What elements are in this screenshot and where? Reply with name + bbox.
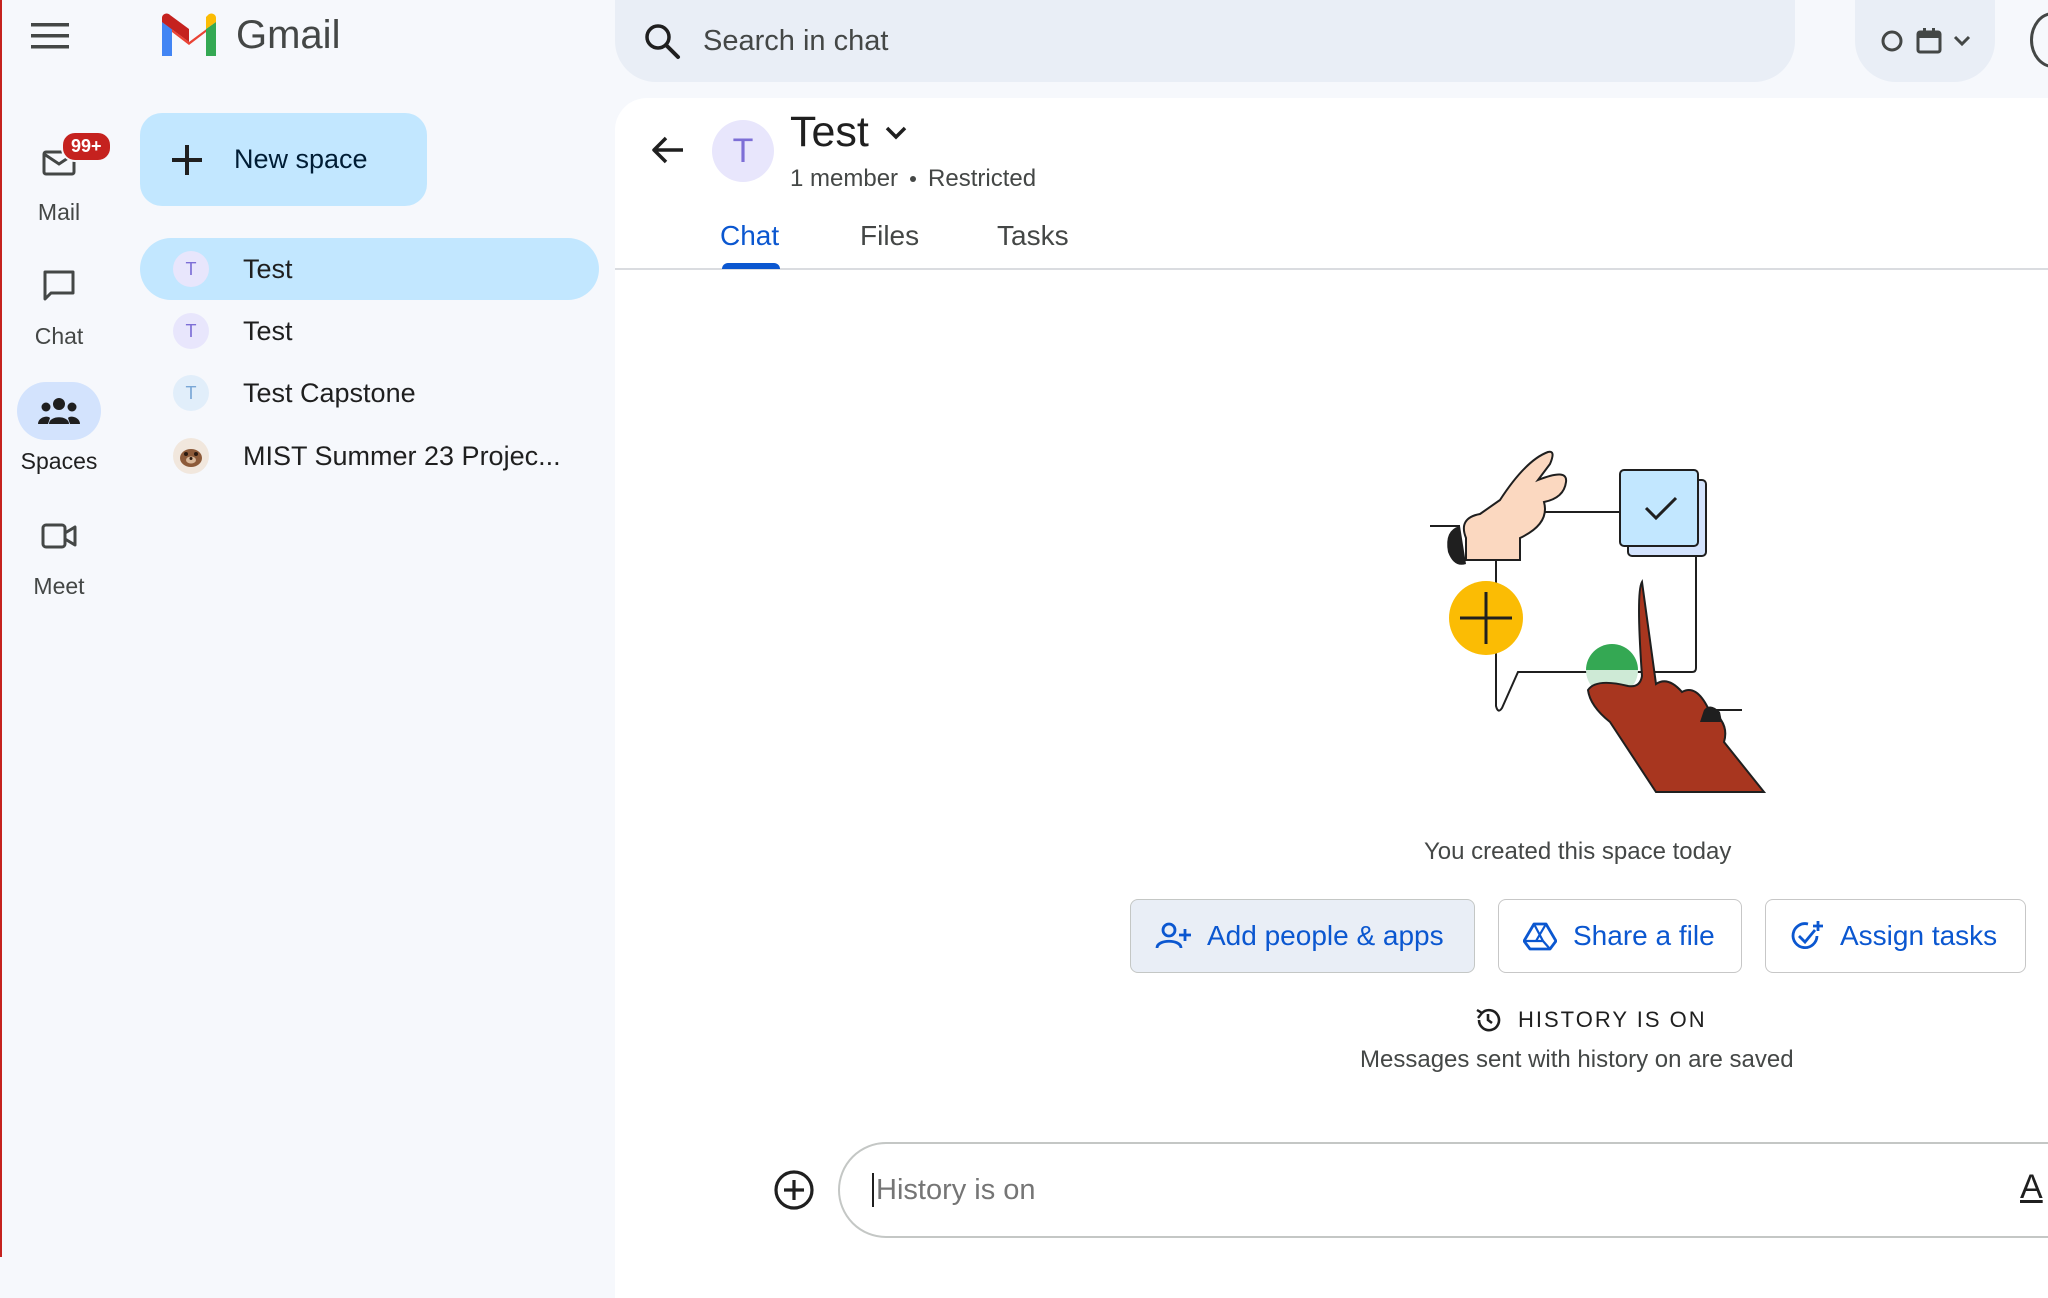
member-count: 1 member xyxy=(790,165,899,192)
gmail-logo[interactable]: Gmail xyxy=(158,10,340,60)
tab-chat[interactable]: Chat xyxy=(720,220,779,252)
active-tab-indicator xyxy=(722,263,780,269)
rail-label-spaces: Spaces xyxy=(20,448,98,474)
otter-avatar-icon xyxy=(173,438,209,474)
separator-dot xyxy=(910,176,917,182)
add-task-icon xyxy=(1790,919,1824,953)
share-file-label: Share a file xyxy=(1573,920,1715,951)
spaces-icon xyxy=(38,398,80,424)
space-avatar: T xyxy=(173,375,209,411)
space-item-test-capstone[interactable]: T Test Capstone xyxy=(140,362,599,424)
history-icon xyxy=(1476,1008,1501,1032)
chevron-down-icon xyxy=(1953,35,1971,47)
gmail-m-icon xyxy=(162,13,216,56)
rail-icon-wrap xyxy=(17,507,101,565)
arrow-back-icon xyxy=(652,136,683,164)
space-title-button[interactable]: Test xyxy=(790,108,907,157)
space-name: Test xyxy=(243,315,293,346)
assign-tasks-label: Assign tasks xyxy=(1840,920,1998,951)
assign-tasks-button[interactable]: Assign tasks xyxy=(1765,899,2026,973)
tabs-divider xyxy=(615,268,2048,270)
tab-files[interactable]: Files xyxy=(860,220,919,252)
status-button[interactable] xyxy=(1855,0,1995,82)
add-circle-icon xyxy=(774,1170,814,1210)
space-item-test-1[interactable]: T Test xyxy=(140,238,599,300)
format-text-button[interactable]: A xyxy=(2020,1168,2043,1207)
calendar-icon xyxy=(1916,28,1942,54)
space-name: MIST Summer 23 Projec... xyxy=(243,440,561,471)
space-created-illustration xyxy=(1430,450,1767,793)
drive-icon xyxy=(1523,921,1557,951)
message-composer[interactable] xyxy=(838,1142,2048,1238)
space-subtitle[interactable]: 1 member Restricted xyxy=(790,165,1036,193)
space-name: Test xyxy=(243,253,293,284)
plus-icon xyxy=(170,143,204,177)
person-add-icon xyxy=(1155,921,1191,951)
add-people-label: Add people & apps xyxy=(1207,920,1444,951)
message-input[interactable] xyxy=(874,1172,1878,1208)
space-created-text: You created this space today xyxy=(1424,838,1732,865)
hamburger-icon xyxy=(31,23,69,49)
history-subtext: Messages sent with history on are saved xyxy=(1360,1046,1794,1073)
space-title: Test xyxy=(790,108,869,156)
rail-icon-wrap xyxy=(17,382,101,440)
rail-item-mail[interactable]: 99+ Mail xyxy=(2,131,116,226)
space-avatar: T xyxy=(173,313,209,349)
app-name: Gmail xyxy=(236,12,341,57)
chevron-down-icon xyxy=(885,126,907,139)
rail-label-chat: Chat xyxy=(34,323,84,349)
rail-label-meet: Meet xyxy=(33,573,85,599)
status-circle-icon xyxy=(1881,30,1903,52)
back-button[interactable] xyxy=(642,124,694,176)
search-placeholder: Search in chat xyxy=(703,24,889,57)
rail-icon-wrap xyxy=(17,257,101,315)
search-icon xyxy=(643,22,681,60)
space-item-test-2[interactable]: T Test xyxy=(140,300,599,362)
space-item-mist-summer[interactable]: MIST Summer 23 Projec... xyxy=(140,425,599,487)
main-menu-button[interactable] xyxy=(24,10,76,62)
help-icon[interactable] xyxy=(2030,12,2048,68)
rail-icon-wrap: 99+ xyxy=(17,131,112,191)
chat-icon xyxy=(43,270,75,301)
space-avatar-large: T xyxy=(712,120,774,182)
access-level: Restricted xyxy=(928,165,1037,192)
share-file-button[interactable]: Share a file xyxy=(1498,899,1742,973)
space-name: Test Capstone xyxy=(243,377,416,408)
history-title: HISTORY IS ON xyxy=(1518,1007,1707,1032)
new-space-button[interactable]: New space xyxy=(140,113,427,206)
add-people-apps-button[interactable]: Add people & apps xyxy=(1130,899,1475,973)
rail-item-spaces[interactable]: Spaces xyxy=(2,382,116,475)
rail-label-mail: Mail xyxy=(37,199,81,225)
new-space-label: New space xyxy=(234,144,368,174)
video-icon xyxy=(41,523,77,549)
search-bar[interactable]: Search in chat xyxy=(615,0,1795,82)
rail-item-meet[interactable]: Meet xyxy=(2,507,116,600)
space-panel xyxy=(615,98,2048,1298)
space-avatar: T xyxy=(173,251,209,287)
unread-badge: 99+ xyxy=(61,131,112,162)
tab-tasks[interactable]: Tasks xyxy=(997,220,1069,252)
add-attachment-button[interactable] xyxy=(770,1166,818,1214)
rail-item-chat[interactable]: Chat xyxy=(2,257,116,350)
history-status: HISTORY IS ON xyxy=(1474,1006,1707,1034)
